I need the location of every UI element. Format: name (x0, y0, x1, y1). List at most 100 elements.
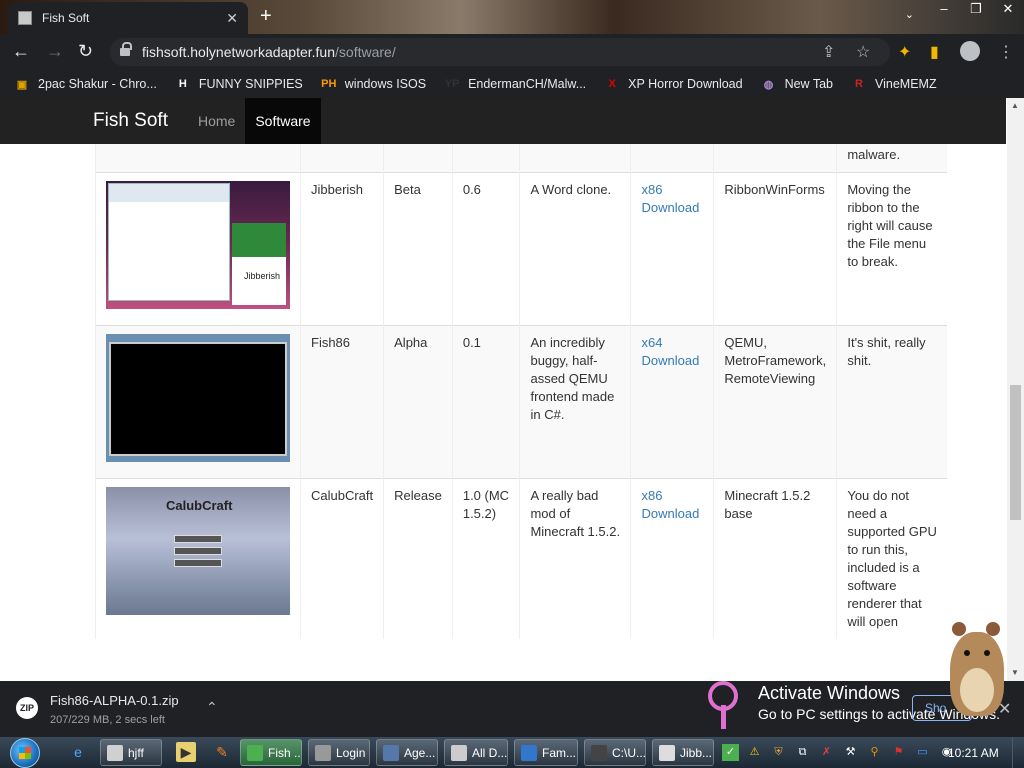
taskbar-button[interactable]: All D... (444, 739, 508, 766)
hamster-eye (984, 650, 990, 656)
site-brand[interactable]: Fish Soft (93, 110, 168, 132)
new-tab-icon[interactable]: + (260, 6, 272, 26)
app-icon (247, 744, 263, 761)
paint-icon[interactable]: ✎ (212, 742, 232, 762)
back-icon[interactable]: ← (12, 42, 30, 60)
table-row: Jibberish Jibberish Beta 0.6 A Word clon… (95, 172, 947, 326)
profile-avatar[interactable] (960, 41, 980, 61)
media-player-icon[interactable]: ▶ (176, 742, 196, 762)
browser-tab[interactable]: Fish Soft ✕ (8, 2, 248, 34)
scroll-down-icon[interactable]: ▼ (1011, 668, 1019, 677)
fish86-screenshot[interactable] (106, 334, 290, 462)
taskbar-button[interactable]: C:\U... (584, 739, 646, 766)
taskbar-button[interactable]: Fam... (514, 739, 578, 766)
taskbar-button[interactable]: Jibb... (652, 739, 714, 766)
thumb-label: Jibberish (244, 271, 281, 281)
web-page: scanner, and did not report any form of … (0, 98, 1024, 681)
scroll-up-icon[interactable]: ▲ (1011, 101, 1019, 110)
taskbar-button-label: Login (336, 745, 366, 760)
notes-cell: Moving the ribbon to the right will caus… (836, 172, 947, 326)
bookmark-item[interactable]: YP EndermanCH/Malw... (444, 76, 586, 92)
page-scrollbar[interactable]: ▲ ▼ (1007, 98, 1024, 681)
tools-icon[interactable]: ⚒ (842, 744, 859, 761)
extensions-icon[interactable]: ✦ (898, 42, 911, 62)
ie-icon[interactable]: e (68, 742, 88, 762)
address-bar[interactable]: fishsoft.holynetworkadapter.fun/software… (110, 38, 890, 66)
tab-title: Fish Soft (42, 11, 90, 25)
chevron-up-icon[interactable]: ⌃ (206, 699, 218, 716)
app-icon (383, 744, 399, 761)
splash-preview (232, 223, 286, 305)
taskbar-button[interactable]: Age... (376, 739, 438, 766)
status-cell: Release (383, 478, 453, 639)
bookmark-star-icon[interactable]: ☆ (856, 42, 870, 62)
name-cell: Fish86 (299, 325, 384, 479)
description-cell: A really bad mod of Minecraft 1.5.2. (519, 478, 631, 639)
taskbar-button-label: C:\U... (612, 745, 646, 760)
bookmark-label: XP Horror Download (628, 77, 743, 91)
download-cell: x86 Download (630, 478, 714, 639)
antivirus-icon[interactable]: ✗ (818, 744, 835, 761)
hamster-ear (952, 622, 966, 636)
download-link[interactable]: x86 Download (641, 488, 699, 521)
page-favicon-icon (18, 11, 32, 25)
taskbar-button[interactable]: Fish ... (240, 739, 302, 766)
download-cell: x86 Download (630, 172, 714, 326)
side-panel-icon[interactable]: ▮ (930, 42, 939, 62)
download-filename[interactable]: Fish86-ALPHA-0.1.zip (50, 693, 179, 708)
bookmark-item[interactable]: ◍ New Tab (761, 76, 833, 92)
taskbar-button-label: Fam... (542, 745, 577, 760)
bookmark-item[interactable]: PH windows ISOS (321, 76, 426, 92)
shield-icon[interactable]: ⛨ (770, 744, 787, 761)
taskbar-button[interactable]: Login (308, 739, 370, 766)
show-desktop-button[interactable] (1012, 737, 1024, 768)
bookmark-item[interactable]: H FUNNY SNIPPIES (175, 76, 303, 92)
status-cell: Alpha (383, 325, 453, 479)
clock[interactable]: 10:21 AM (948, 746, 999, 760)
dependencies-cell: RibbonWinForms (713, 172, 837, 326)
taskbar-button[interactable]: hjff (100, 739, 162, 766)
flag-icon[interactable]: ⚑ (890, 744, 907, 761)
bookmark-item[interactable]: X XP Horror Download (604, 76, 743, 92)
nav-software[interactable]: Software (245, 98, 321, 144)
check-icon[interactable]: ✓ (722, 744, 739, 761)
jibberish-screenshot[interactable]: Jibberish (106, 181, 290, 309)
network-icon[interactable]: ⧉ (794, 744, 811, 761)
game-logo: CalubCraft (166, 498, 233, 513)
start-button[interactable] (10, 738, 40, 768)
app-icon (591, 744, 607, 761)
app-icon (107, 744, 123, 761)
calubcraft-screenshot[interactable]: CalubCraft (106, 487, 290, 615)
search-tray-icon[interactable]: ⚲ (866, 744, 883, 761)
minimize-icon[interactable]: – (928, 0, 960, 18)
download-link[interactable]: x64 Download (641, 335, 699, 368)
forward-icon[interactable]: → (46, 42, 64, 60)
display-icon[interactable]: ▭ (914, 744, 931, 761)
version-cell: 0.6 (451, 172, 520, 326)
menu-kebab-icon[interactable]: ⋮ (998, 42, 1014, 62)
tab-close-icon[interactable]: ✕ (226, 10, 238, 27)
bookmark-item[interactable]: ▣ 2pac Shakur - Chro... (14, 76, 157, 92)
lock-icon[interactable] (120, 42, 132, 57)
reload-icon[interactable]: ↻ (78, 42, 93, 60)
app-icon (315, 744, 331, 761)
tab-search-icon[interactable]: ⌄ (905, 8, 914, 21)
maximize-icon[interactable]: ❐ (960, 0, 992, 18)
tab-strip: Fish Soft ✕ + ⌄ – ❐ ✕ (0, 0, 1024, 34)
share-icon[interactable]: ⇪ (822, 42, 835, 62)
app-icon (451, 744, 467, 761)
bookmark-label: windows ISOS (344, 77, 427, 91)
bookmark-label: EndermanCH/Malw... (468, 77, 587, 91)
nav-home[interactable]: Home (188, 98, 245, 144)
bookmark-item[interactable]: R VineMEMZ (851, 76, 937, 92)
taskbar-button-label: hjff (128, 745, 144, 760)
name-cell: CalubCraft (299, 478, 384, 639)
bookmark-favicon-icon: ▣ (16, 78, 28, 91)
close-window-icon[interactable]: ✕ (992, 0, 1024, 18)
description-cell: An incredibly buggy, half-assed QEMU fro… (519, 325, 631, 479)
warning-icon[interactable]: ⚠ (746, 744, 763, 761)
scrollbar-thumb[interactable] (1010, 385, 1021, 520)
app-window-preview (108, 183, 230, 301)
thumbnail-cell: CalubCraft (95, 478, 301, 639)
download-link[interactable]: x86 Download (641, 182, 699, 215)
